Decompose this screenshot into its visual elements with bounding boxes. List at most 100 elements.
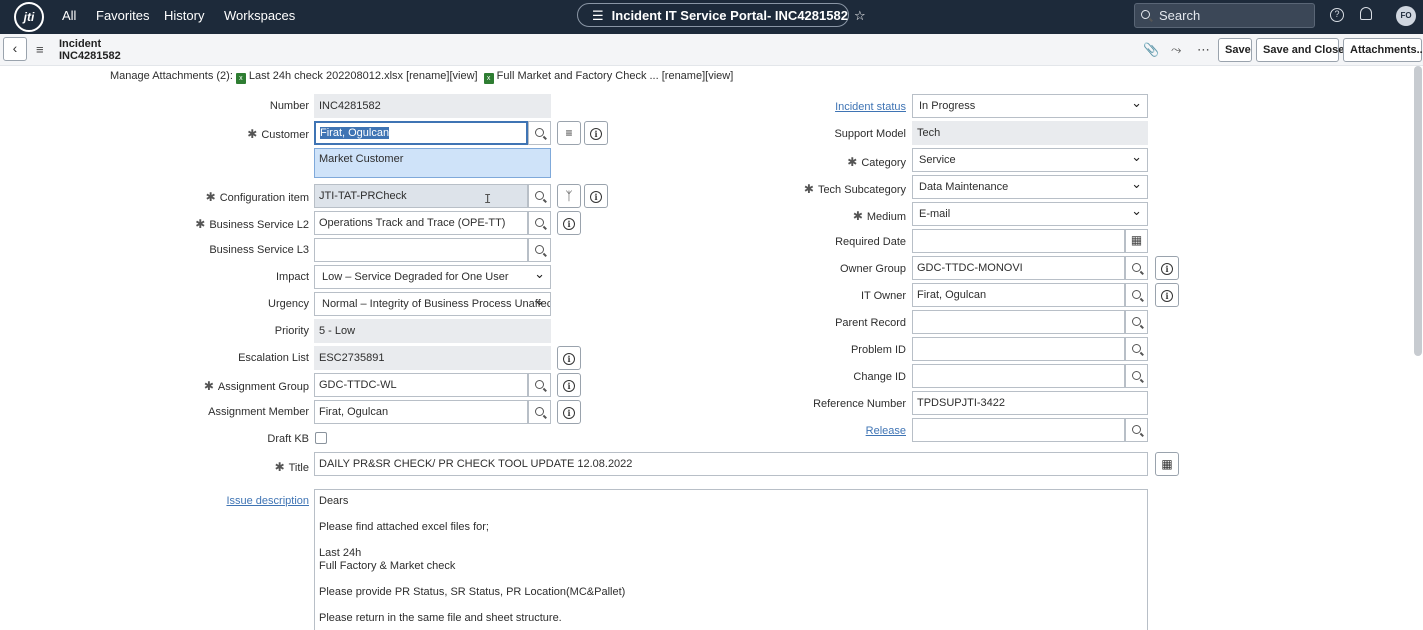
customer-info-button[interactable]: i	[584, 121, 608, 145]
page-scrollbar[interactable]	[1414, 66, 1422, 356]
notification-bell-icon[interactable]	[1360, 7, 1372, 20]
bs-l2-label: ✱ Business Service L2	[195, 217, 309, 231]
save-button[interactable]: Save	[1218, 38, 1252, 62]
required-date-field[interactable]	[912, 229, 1125, 253]
assign-group-search-button[interactable]	[528, 373, 551, 397]
support-model-label: Support Model	[834, 128, 906, 140]
assign-member-label: Assignment Member	[208, 406, 309, 418]
text-cursor-icon: I	[484, 192, 492, 206]
search-icon	[1132, 263, 1141, 273]
assign-member-field[interactable]: Firat, Ogulcan	[314, 400, 528, 424]
search-icon	[1132, 425, 1141, 435]
number-label: Number	[269, 100, 309, 112]
context-title-pill[interactable]: ☰ Incident IT Service Portal- INC4281582 ☆	[577, 3, 866, 27]
search-icon	[1132, 371, 1141, 381]
customer-list-button[interactable]: ≡	[557, 121, 581, 145]
issue-line: Please find attached excel files for;	[319, 521, 489, 533]
user-avatar[interactable]: FO	[1396, 6, 1416, 26]
manage-attachments-link[interactable]: Manage Attachments (2):	[110, 70, 233, 82]
assign-group-field[interactable]: GDC-TTDC-WL	[314, 373, 528, 397]
search-icon	[535, 218, 544, 228]
problem-id-search-button[interactable]	[1125, 337, 1148, 361]
bs-l3-search-button[interactable]	[528, 238, 551, 262]
search-icon	[1132, 317, 1141, 327]
nav-history[interactable]: History	[164, 8, 204, 23]
bs-l2-info-button[interactable]: i	[557, 211, 581, 235]
nav-all[interactable]: All	[62, 8, 76, 23]
reference-number-field[interactable]: TPDSUPJTI-3422	[912, 391, 1148, 415]
customer-field[interactable]: Firat, Ogulcan	[314, 121, 528, 145]
escalation-label: Escalation List	[238, 352, 309, 364]
config-item-search-button[interactable]	[528, 184, 551, 208]
parent-record-search-button[interactable]	[1125, 310, 1148, 334]
urgency-select[interactable]: Normal – Integrity of Business Process U…	[314, 292, 551, 316]
owner-group-search-button[interactable]	[1125, 256, 1148, 280]
title-template-button[interactable]: ▦	[1155, 452, 1179, 476]
change-id-field[interactable]	[912, 364, 1125, 388]
back-button[interactable]: ‹	[3, 37, 27, 61]
attachments-button[interactable]: Attachments...	[1343, 38, 1423, 62]
info-icon: i	[1161, 289, 1173, 302]
owner-group-field[interactable]: GDC-TTDC-MONOVI	[912, 256, 1125, 280]
it-owner-label: IT Owner	[860, 290, 906, 302]
medium-select[interactable]: E-mail	[912, 202, 1148, 226]
info-icon: i	[563, 379, 575, 392]
config-item-label: ✱ Configuration item	[205, 190, 309, 204]
help-icon[interactable]: ?	[1330, 8, 1344, 22]
config-item-info-button[interactable]: i	[584, 184, 608, 208]
customer-search-button[interactable]	[528, 121, 551, 145]
nav-workspaces[interactable]: Workspaces	[224, 8, 295, 23]
incident-status-label[interactable]: Incident status	[835, 101, 906, 113]
assign-member-search-button[interactable]	[528, 400, 551, 424]
incident-status-select[interactable]: In Progress	[912, 94, 1148, 118]
bs-l2-field[interactable]: Operations Track and Trace (OPE-TT)	[314, 211, 528, 235]
config-item-field[interactable]: JTI-TAT-PRCheck	[314, 184, 528, 208]
dependency-map-button[interactable]: ᛉ	[557, 184, 581, 208]
date-picker-button[interactable]: ▦	[1125, 229, 1148, 253]
hierarchy-icon: ᛉ	[565, 189, 573, 203]
problem-id-field[interactable]	[912, 337, 1125, 361]
issue-line: Last 24h	[319, 547, 362, 559]
escalation-info-button[interactable]: i	[557, 346, 581, 370]
parent-record-label: Parent Record	[835, 317, 906, 329]
company-logo[interactable]: jti	[14, 2, 44, 32]
paperclip-icon[interactable]: 📎	[1143, 42, 1159, 58]
issue-description-label[interactable]: Issue description	[226, 495, 309, 507]
release-field[interactable]	[912, 418, 1125, 442]
it-owner-search-button[interactable]	[1125, 283, 1148, 307]
bs-l2-search-button[interactable]	[528, 211, 551, 235]
assign-group-info-button[interactable]: i	[557, 373, 581, 397]
issue-line: Full Factory & Market check	[319, 560, 456, 572]
support-model-field: Tech	[912, 121, 1148, 145]
change-id-search-button[interactable]	[1125, 364, 1148, 388]
form-menu-icon[interactable]: ≡	[36, 42, 44, 57]
it-owner-info-button[interactable]: i	[1155, 283, 1179, 307]
more-options-icon[interactable]: ⋯	[1197, 42, 1210, 58]
favorite-star-icon[interactable]: ☆	[854, 8, 866, 23]
activity-icon[interactable]: ⤳	[1171, 42, 1181, 58]
info-icon: i	[563, 352, 575, 365]
category-select[interactable]: Service	[912, 148, 1148, 172]
attachment-1[interactable]: Last 24h check 202208012.xlsx [rename][v…	[249, 70, 478, 82]
issue-description-textarea[interactable]: Dears Please find attached excel files f…	[314, 489, 1148, 630]
parent-record-field[interactable]	[912, 310, 1125, 334]
title-field[interactable]: DAILY PR&SR CHECK/ PR CHECK TOOL UPDATE …	[314, 452, 1148, 476]
category-label: ✱ Category	[847, 155, 906, 169]
save-and-close-button[interactable]: Save and Close	[1256, 38, 1344, 62]
it-owner-field[interactable]: Firat, Ogulcan	[912, 283, 1125, 307]
priority-label: Priority	[274, 325, 309, 337]
draft-kb-checkbox[interactable]	[315, 432, 327, 444]
tech-subcategory-select[interactable]: Data Maintenance	[912, 175, 1148, 199]
impact-select[interactable]: Low – Service Degraded for One User	[314, 265, 551, 289]
release-search-button[interactable]	[1125, 418, 1148, 442]
info-icon: i	[563, 406, 575, 419]
attachment-2[interactable]: Full Market and Factory Check ... [renam…	[497, 70, 734, 82]
issue-line: Please provide PR Status, SR Status, PR …	[319, 586, 626, 598]
bs-l3-field[interactable]	[314, 238, 528, 262]
release-label[interactable]: Release	[866, 425, 906, 437]
issue-line: Dears	[319, 495, 349, 507]
nav-favorites[interactable]: Favorites	[96, 8, 149, 23]
global-search-input[interactable]: Search	[1134, 3, 1315, 28]
owner-group-info-button[interactable]: i	[1155, 256, 1179, 280]
assign-member-info-button[interactable]: i	[557, 400, 581, 424]
